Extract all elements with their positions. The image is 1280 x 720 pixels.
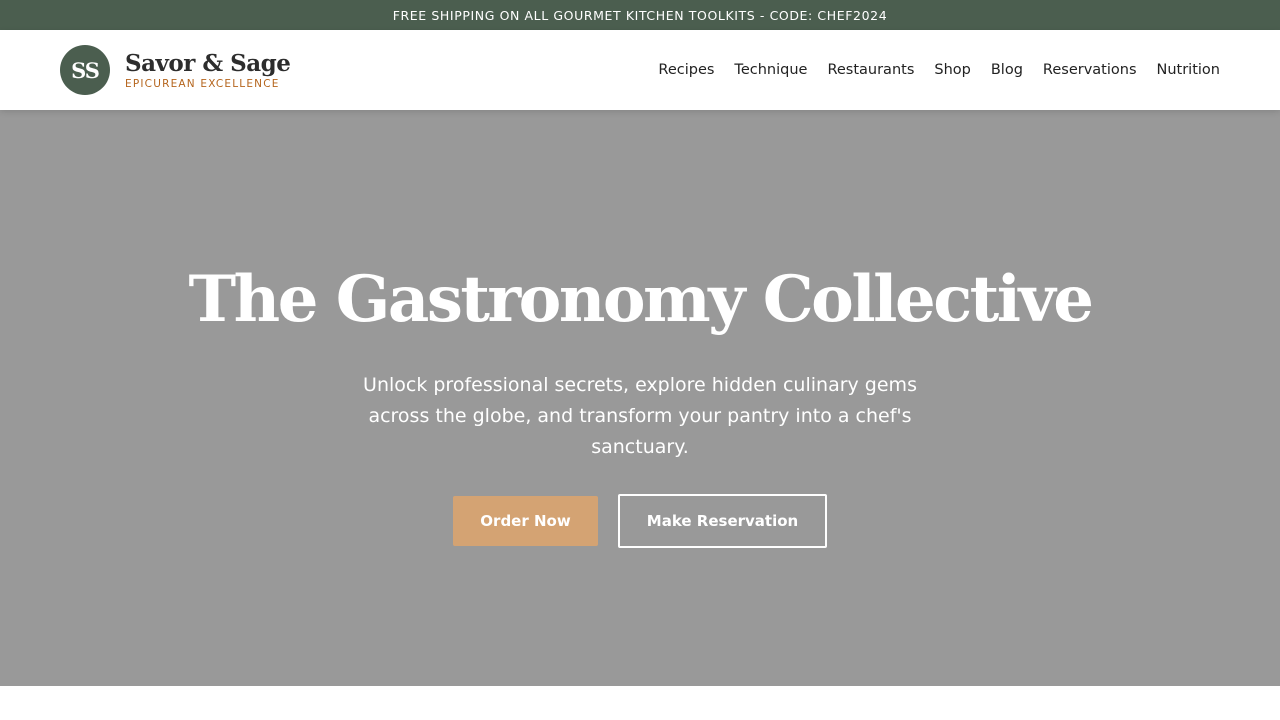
nav-item-shop[interactable]: Shop xyxy=(934,62,970,78)
promo-banner: FREE SHIPPING ON ALL GOURMET KITCHEN TOO… xyxy=(0,0,1280,30)
brand-text: Savor & Sage EPICUREAN EXCELLENCE xyxy=(125,49,291,90)
nav-item-blog[interactable]: Blog xyxy=(991,62,1023,78)
nav-item-nutrition[interactable]: Nutrition xyxy=(1157,62,1221,78)
hero-title: The Gastronomy Collective xyxy=(188,262,1094,337)
site-header: SS Savor & Sage EPICUREAN EXCELLENCE Rec… xyxy=(0,30,1280,110)
order-now-button[interactable]: Order Now xyxy=(453,496,598,546)
hero-section: The Gastronomy Collective Unlock profess… xyxy=(0,110,1280,686)
nav-item-reservations[interactable]: Reservations xyxy=(1043,62,1137,78)
nav-item-recipes[interactable]: Recipes xyxy=(658,62,714,78)
hero-actions: Order Now Make Reservation xyxy=(453,494,827,548)
main-nav: Recipes Technique Restaurants Shop Blog … xyxy=(638,62,1220,78)
nav-item-restaurants[interactable]: Restaurants xyxy=(827,62,914,78)
nav-item-technique[interactable]: Technique xyxy=(734,62,807,78)
brand-logo-link[interactable]: SS Savor & Sage EPICUREAN EXCELLENCE xyxy=(60,45,291,95)
promo-text: FREE SHIPPING ON ALL GOURMET KITCHEN TOO… xyxy=(392,7,888,23)
brand-name: Savor & Sage xyxy=(125,49,291,77)
logo-monogram: SS xyxy=(60,45,110,95)
hero-subtitle: Unlock professional secrets, explore hid… xyxy=(363,374,917,458)
brand-tagline: EPICUREAN EXCELLENCE xyxy=(125,77,280,90)
make-reservation-button[interactable]: Make Reservation xyxy=(618,494,827,548)
